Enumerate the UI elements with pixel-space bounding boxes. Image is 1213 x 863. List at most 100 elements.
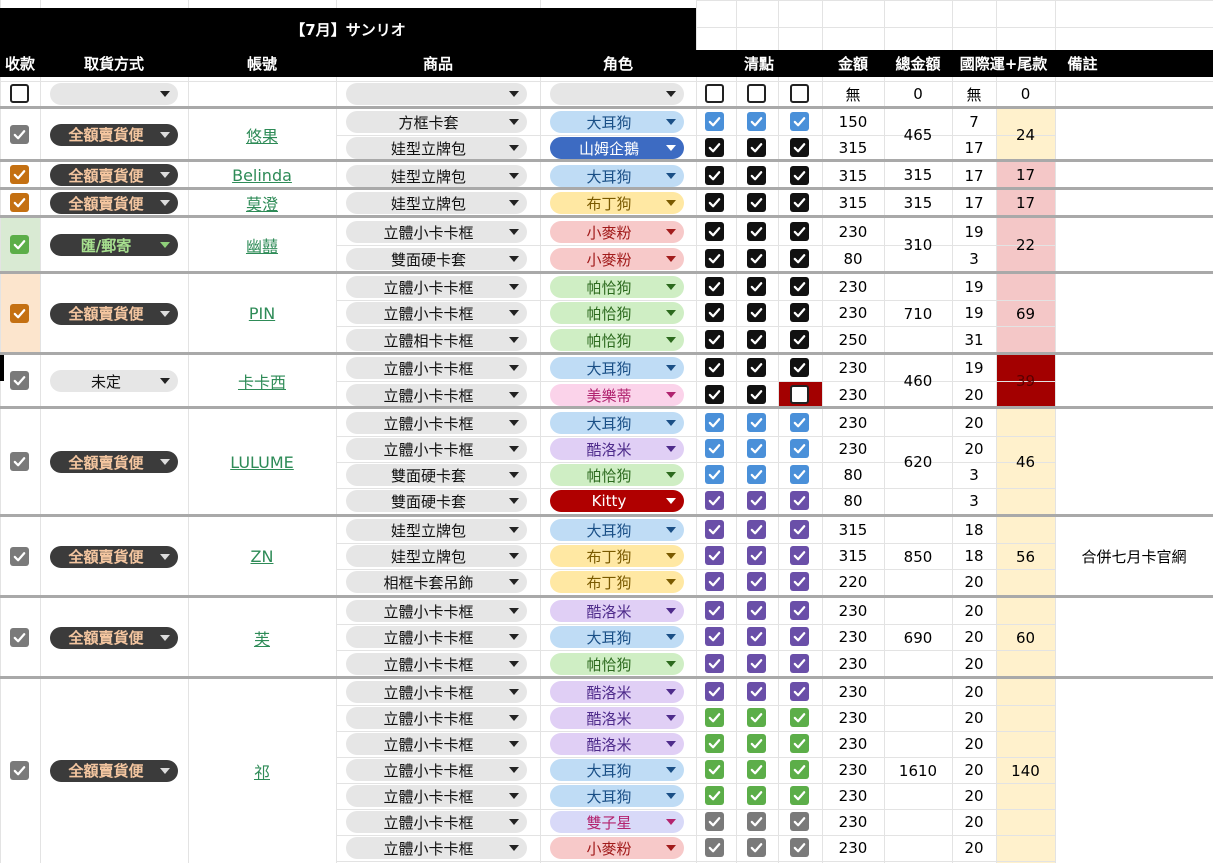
product-dropdown[interactable]: 立體小卡卡框: [346, 357, 527, 379]
pickup-dropdown[interactable]: 未定: [50, 370, 178, 392]
check-2[interactable]: [747, 572, 766, 591]
check-3[interactable]: [790, 112, 809, 131]
check-3[interactable]: [790, 138, 809, 157]
role-dropdown[interactable]: 小麥粉: [550, 248, 684, 270]
paid-checkbox[interactable]: [10, 303, 29, 323]
product-dropdown[interactable]: 立體小卡卡框: [346, 759, 527, 781]
check-2[interactable]: [747, 222, 766, 241]
role-dropdown[interactable]: 酷洛米: [550, 707, 684, 729]
check-2[interactable]: [747, 520, 766, 539]
check-1[interactable]: [705, 112, 724, 131]
role-dropdown[interactable]: 帕恰狗: [550, 276, 684, 298]
check-2[interactable]: [747, 138, 766, 157]
product-dropdown[interactable]: 立體小卡卡框: [346, 837, 527, 859]
check-3[interactable]: [790, 734, 809, 753]
product-dropdown[interactable]: 立體小卡卡框: [346, 276, 527, 298]
product-dropdown[interactable]: 娃型立牌包: [346, 545, 527, 567]
role-dropdown[interactable]: 大耳狗: [550, 412, 684, 434]
check-3[interactable]: [790, 249, 809, 268]
account-link[interactable]: 卡卡西: [188, 354, 336, 408]
account-link[interactable]: 莫澄: [188, 189, 336, 217]
pickup-dropdown[interactable]: [50, 83, 178, 105]
pickup-dropdown[interactable]: 全額賣貨便: [50, 451, 178, 473]
check-2[interactable]: [747, 303, 766, 322]
check-2[interactable]: [747, 682, 766, 701]
check-2[interactable]: [747, 546, 766, 565]
account-link[interactable]: PIN: [188, 273, 336, 354]
check-2[interactable]: [747, 193, 766, 212]
product-dropdown[interactable]: 相框卡套吊飾: [346, 571, 527, 593]
check-2[interactable]: [747, 760, 766, 779]
role-dropdown[interactable]: 酷洛米: [550, 438, 684, 460]
pickup-dropdown[interactable]: 全額賣貨便: [50, 302, 178, 325]
pickup-dropdown[interactable]: 全額賣貨便: [50, 192, 178, 214]
pickup-dropdown[interactable]: 全額賣貨便: [50, 545, 178, 568]
role-dropdown[interactable]: 大耳狗: [550, 357, 684, 379]
account-link[interactable]: Belinda: [188, 161, 336, 189]
check-1[interactable]: [705, 222, 724, 241]
paid-checkbox[interactable]: [10, 452, 29, 471]
check-1[interactable]: [705, 358, 724, 377]
role-dropdown[interactable]: 小麥粉: [550, 221, 684, 243]
role-dropdown[interactable]: 大耳狗: [550, 785, 684, 807]
product-dropdown[interactable]: 立體小卡卡框: [346, 384, 527, 406]
check-1[interactable]: [705, 786, 724, 805]
check-1[interactable]: [705, 546, 724, 565]
pickup-dropdown[interactable]: 匯/郵寄: [50, 234, 178, 256]
check-3[interactable]: [790, 303, 809, 322]
paid-checkbox[interactable]: [10, 760, 29, 780]
role-dropdown[interactable]: 布丁狗: [550, 545, 684, 567]
check-2[interactable]: [747, 249, 766, 268]
check-1[interactable]: [705, 654, 724, 673]
role-dropdown[interactable]: Kitty: [550, 490, 684, 512]
check-2[interactable]: [747, 838, 766, 857]
check-3[interactable]: [790, 413, 809, 432]
check-2[interactable]: [747, 465, 766, 484]
paid-checkbox[interactable]: [10, 193, 29, 212]
check-1[interactable]: [705, 303, 724, 322]
check-1[interactable]: [705, 465, 724, 484]
product-dropdown[interactable]: [346, 83, 527, 105]
product-dropdown[interactable]: 立體小卡卡框: [346, 733, 527, 755]
product-dropdown[interactable]: 立體小卡卡框: [346, 600, 527, 622]
product-dropdown[interactable]: 立體小卡卡框: [346, 302, 527, 324]
paid-checkbox[interactable]: [10, 546, 29, 566]
check-2[interactable]: [747, 330, 766, 349]
check-2[interactable]: [747, 277, 766, 296]
check-3[interactable]: [790, 385, 809, 404]
account-link[interactable]: 芙: [188, 597, 336, 678]
product-dropdown[interactable]: 立體相卡卡框: [346, 329, 527, 351]
paid-checkbox[interactable]: [10, 84, 29, 103]
paid-checkbox[interactable]: [10, 235, 29, 254]
check-3[interactable]: [790, 330, 809, 349]
paid-checkbox[interactable]: [10, 627, 29, 647]
check-2[interactable]: [747, 654, 766, 673]
product-dropdown[interactable]: 立體小卡卡框: [346, 707, 527, 729]
check-1[interactable]: [705, 601, 724, 620]
check-2[interactable]: [747, 439, 766, 458]
product-dropdown[interactable]: 娃型立牌包: [346, 519, 527, 541]
role-dropdown[interactable]: 大耳狗: [550, 519, 684, 541]
paid-checkbox[interactable]: [10, 124, 29, 144]
check-3[interactable]: [790, 84, 809, 103]
check-3[interactable]: [790, 760, 809, 779]
check-2[interactable]: [747, 786, 766, 805]
check-1[interactable]: [705, 249, 724, 268]
paid-checkbox[interactable]: [10, 165, 29, 184]
product-dropdown[interactable]: 立體小卡卡框: [346, 681, 527, 703]
role-dropdown[interactable]: 帕恰狗: [550, 464, 684, 486]
check-3[interactable]: [790, 812, 809, 831]
product-dropdown[interactable]: 娃型立牌包: [346, 192, 527, 214]
role-dropdown[interactable]: 酷洛米: [550, 600, 684, 622]
account-link[interactable]: LULUME: [188, 408, 336, 516]
check-1[interactable]: [705, 812, 724, 831]
check-2[interactable]: [747, 84, 766, 103]
account-link[interactable]: 幽囍: [188, 217, 336, 273]
product-dropdown[interactable]: 立體小卡卡框: [346, 811, 527, 833]
check-2[interactable]: [747, 491, 766, 510]
product-dropdown[interactable]: 立體小卡卡框: [346, 221, 527, 243]
check-3[interactable]: [790, 439, 809, 458]
role-dropdown[interactable]: 布丁狗: [550, 192, 684, 214]
check-3[interactable]: [790, 572, 809, 591]
check-1[interactable]: [705, 572, 724, 591]
